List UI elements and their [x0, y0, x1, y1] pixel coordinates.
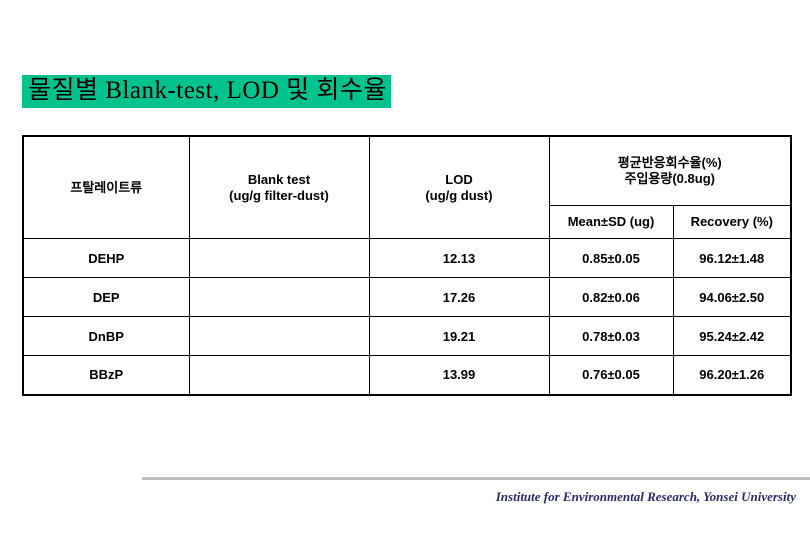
table-header: 프탈레이트류 Blank test (ug/g filter-dust) LOD…: [22, 135, 792, 239]
table-header-row-primary: 프탈레이트류 Blank test (ug/g filter-dust) LOD…: [22, 135, 792, 239]
cell-mean-sd: 0.82±0.06: [548, 277, 674, 317]
table-row: BBzP 13.99 0.76±0.05 96.20±1.26: [22, 355, 792, 396]
cell-substance: DEHP: [22, 238, 190, 278]
cell-mean-sd: 0.78±0.03: [548, 316, 674, 356]
cell-recovery: 96.20±1.26: [672, 355, 792, 396]
results-table-container: 프탈레이트류 Blank test (ug/g filter-dust) LOD…: [22, 135, 792, 396]
table-row: DEHP 12.13 0.85±0.05 96.12±1.48: [22, 238, 792, 278]
column-header-recovery: Recovery (%): [672, 205, 792, 239]
title-highlight: 물질별 Blank-test, LOD 및 회수율: [22, 75, 391, 108]
cell-lod: 19.21: [368, 316, 550, 356]
cell-substance: BBzP: [22, 355, 190, 396]
cell-recovery: 96.12±1.48: [672, 238, 792, 278]
results-table: 프탈레이트류 Blank test (ug/g filter-dust) LOD…: [22, 135, 792, 396]
footer-attribution: Institute for Environmental Research, Yo…: [495, 489, 796, 504]
column-header-substance: 프탈레이트류: [22, 135, 190, 239]
column-header-blank-test: Blank test (ug/g filter-dust): [188, 135, 370, 239]
column-header-lod: LOD (ug/g dust): [368, 135, 550, 239]
table-body: DEHP 12.13 0.85±0.05 96.12±1.48 DEP 17.2…: [22, 238, 792, 396]
column-header-mean-sd: Mean±SD (ug): [548, 205, 674, 239]
footer-divider: [142, 477, 810, 480]
cell-recovery: 94.06±2.50: [672, 277, 792, 317]
table-row: DEP 17.26 0.82±0.06 94.06±2.50: [22, 277, 792, 317]
column-header-recovery-group: 평균반응회수율(%) 주입용량(0.8ug): [548, 135, 792, 206]
cell-lod: 13.99: [368, 355, 550, 396]
cell-substance: DEP: [22, 277, 190, 317]
cell-lod: 17.26: [368, 277, 550, 317]
cell-mean-sd: 0.85±0.05: [548, 238, 674, 278]
cell-blank-test: [188, 316, 370, 356]
cell-recovery: 95.24±2.42: [672, 316, 792, 356]
cell-blank-test: [188, 238, 370, 278]
cell-blank-test: [188, 355, 370, 396]
cell-lod: 12.13: [368, 238, 550, 278]
cell-mean-sd: 0.76±0.05: [548, 355, 674, 396]
page-title-text: 물질별 Blank-test, LOD 및 회수율: [28, 77, 387, 104]
cell-blank-test: [188, 277, 370, 317]
page-title: 물질별 Blank-test, LOD 및 회수율: [22, 75, 391, 109]
table-row: DnBP 19.21 0.78±0.03 95.24±2.42: [22, 316, 792, 356]
cell-substance: DnBP: [22, 316, 190, 356]
